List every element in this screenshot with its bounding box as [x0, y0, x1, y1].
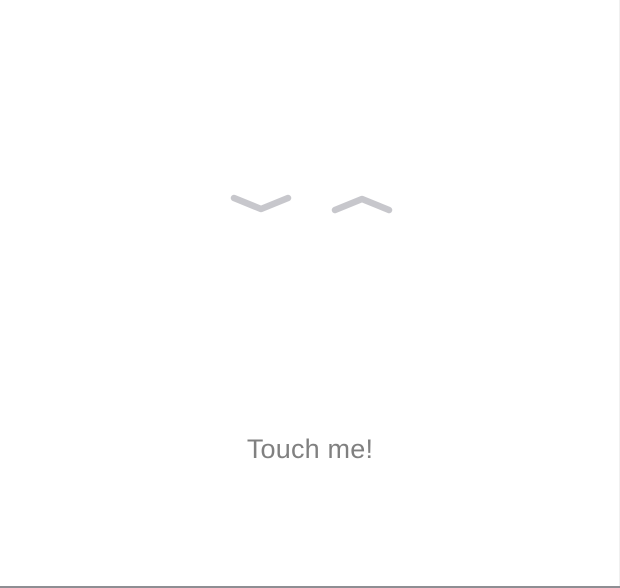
touch-area[interactable]: Touch me! [0, 0, 620, 588]
touch-me-label[interactable]: Touch me! [0, 434, 620, 465]
chevron-up-icon [330, 190, 394, 220]
chevron-down-icon [229, 190, 293, 220]
